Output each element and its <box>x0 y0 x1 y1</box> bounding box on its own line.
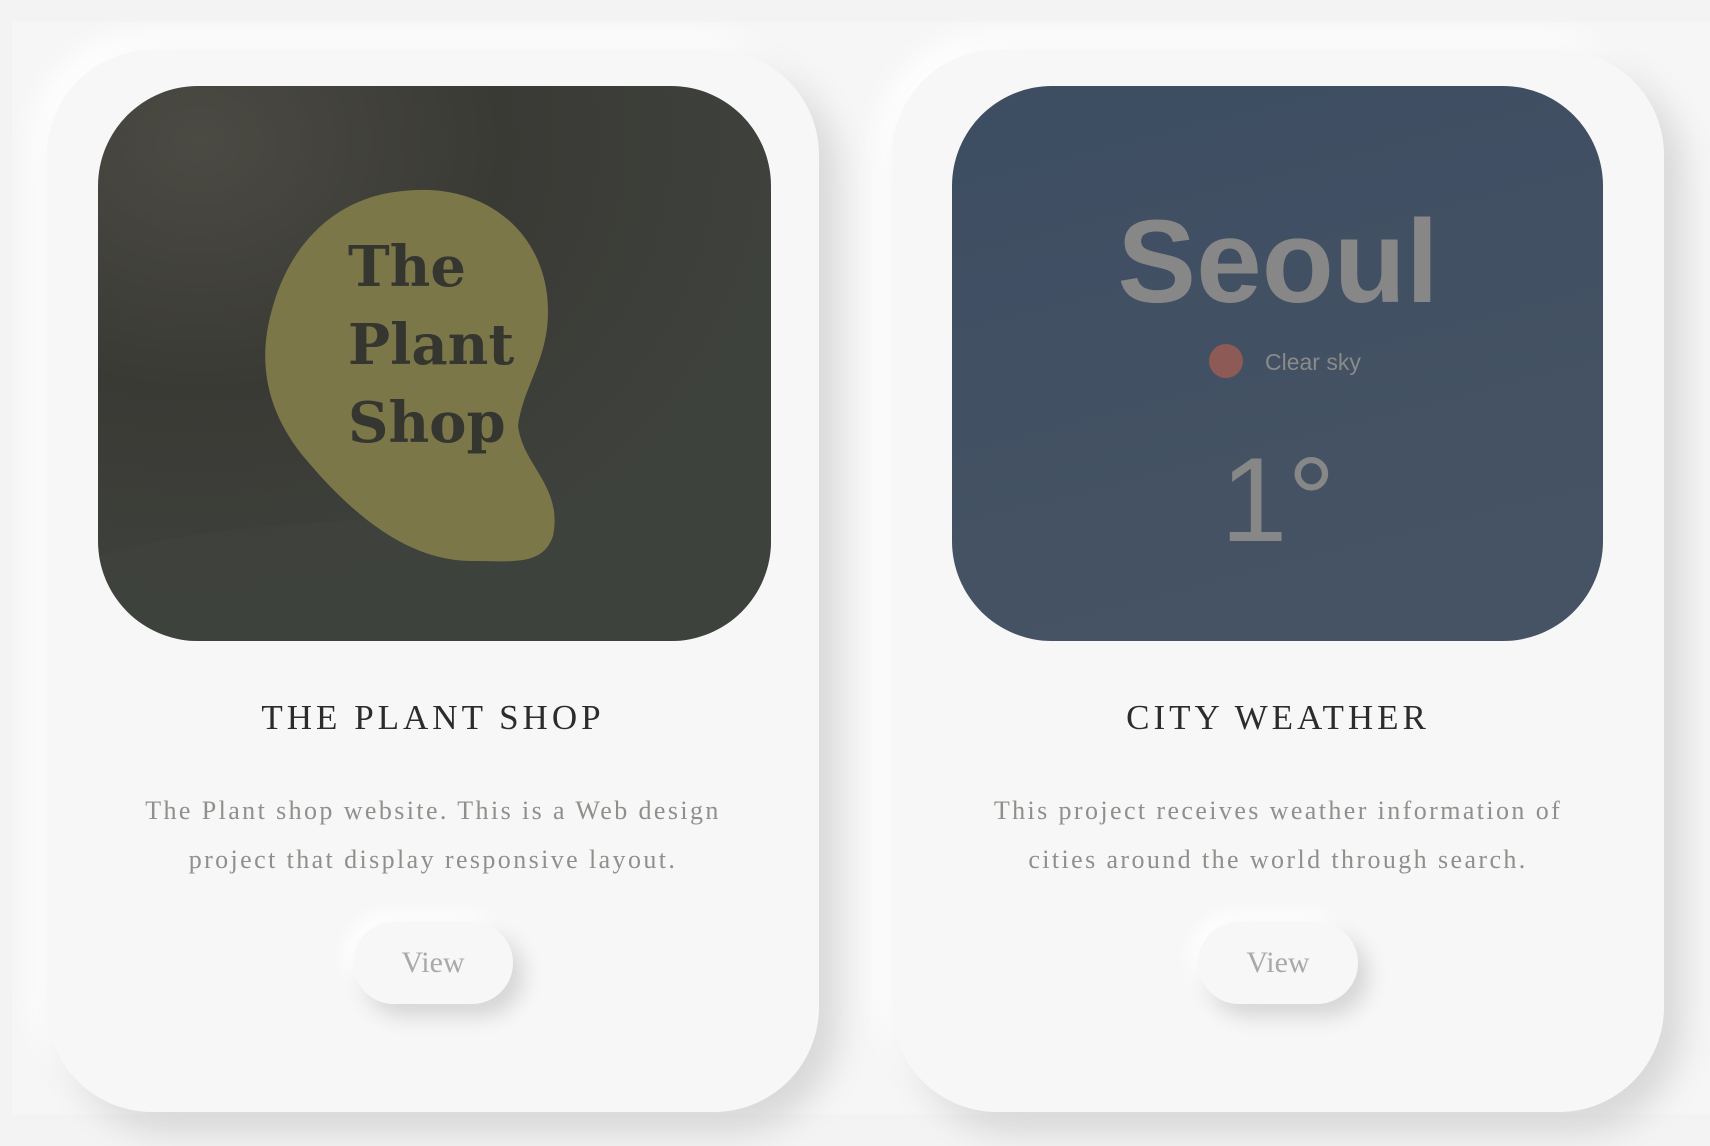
view-button[interactable]: View <box>1198 922 1358 1004</box>
project-title: THE PLANT SHOP <box>261 698 605 737</box>
sun-icon <box>1209 344 1243 378</box>
project-description: This project receives weather informatio… <box>993 796 1563 874</box>
city-name: Seoul <box>1117 196 1438 328</box>
city-weather-thumbnail[interactable]: Seoul Clear sky 1° <box>952 86 1603 641</box>
city-weather-image: Seoul Clear sky 1° <box>952 86 1603 641</box>
logo-line-plant: Plant <box>348 312 514 378</box>
project-card-plant-shop: The Plant Shop THE PLANT SHOP The Plant … <box>47 50 819 1112</box>
project-card-city-weather: Seoul Clear sky 1° CITY WEATHER This pro… <box>892 50 1664 1112</box>
project-description: The Plant shop website. This is a Web de… <box>145 796 721 874</box>
logo-line-shop: Shop <box>348 390 506 456</box>
logo-line-the: The <box>348 234 466 300</box>
projects-section: The Plant Shop THE PLANT SHOP The Plant … <box>12 22 1710 1114</box>
weather-condition: Clear sky <box>1265 349 1361 375</box>
plant-shop-image: The Plant Shop <box>98 86 771 641</box>
view-button[interactable]: View <box>353 922 513 1004</box>
temperature: 1° <box>1221 433 1336 567</box>
plant-shop-thumbnail[interactable]: The Plant Shop <box>98 86 771 641</box>
project-title: CITY WEATHER <box>1126 698 1430 737</box>
